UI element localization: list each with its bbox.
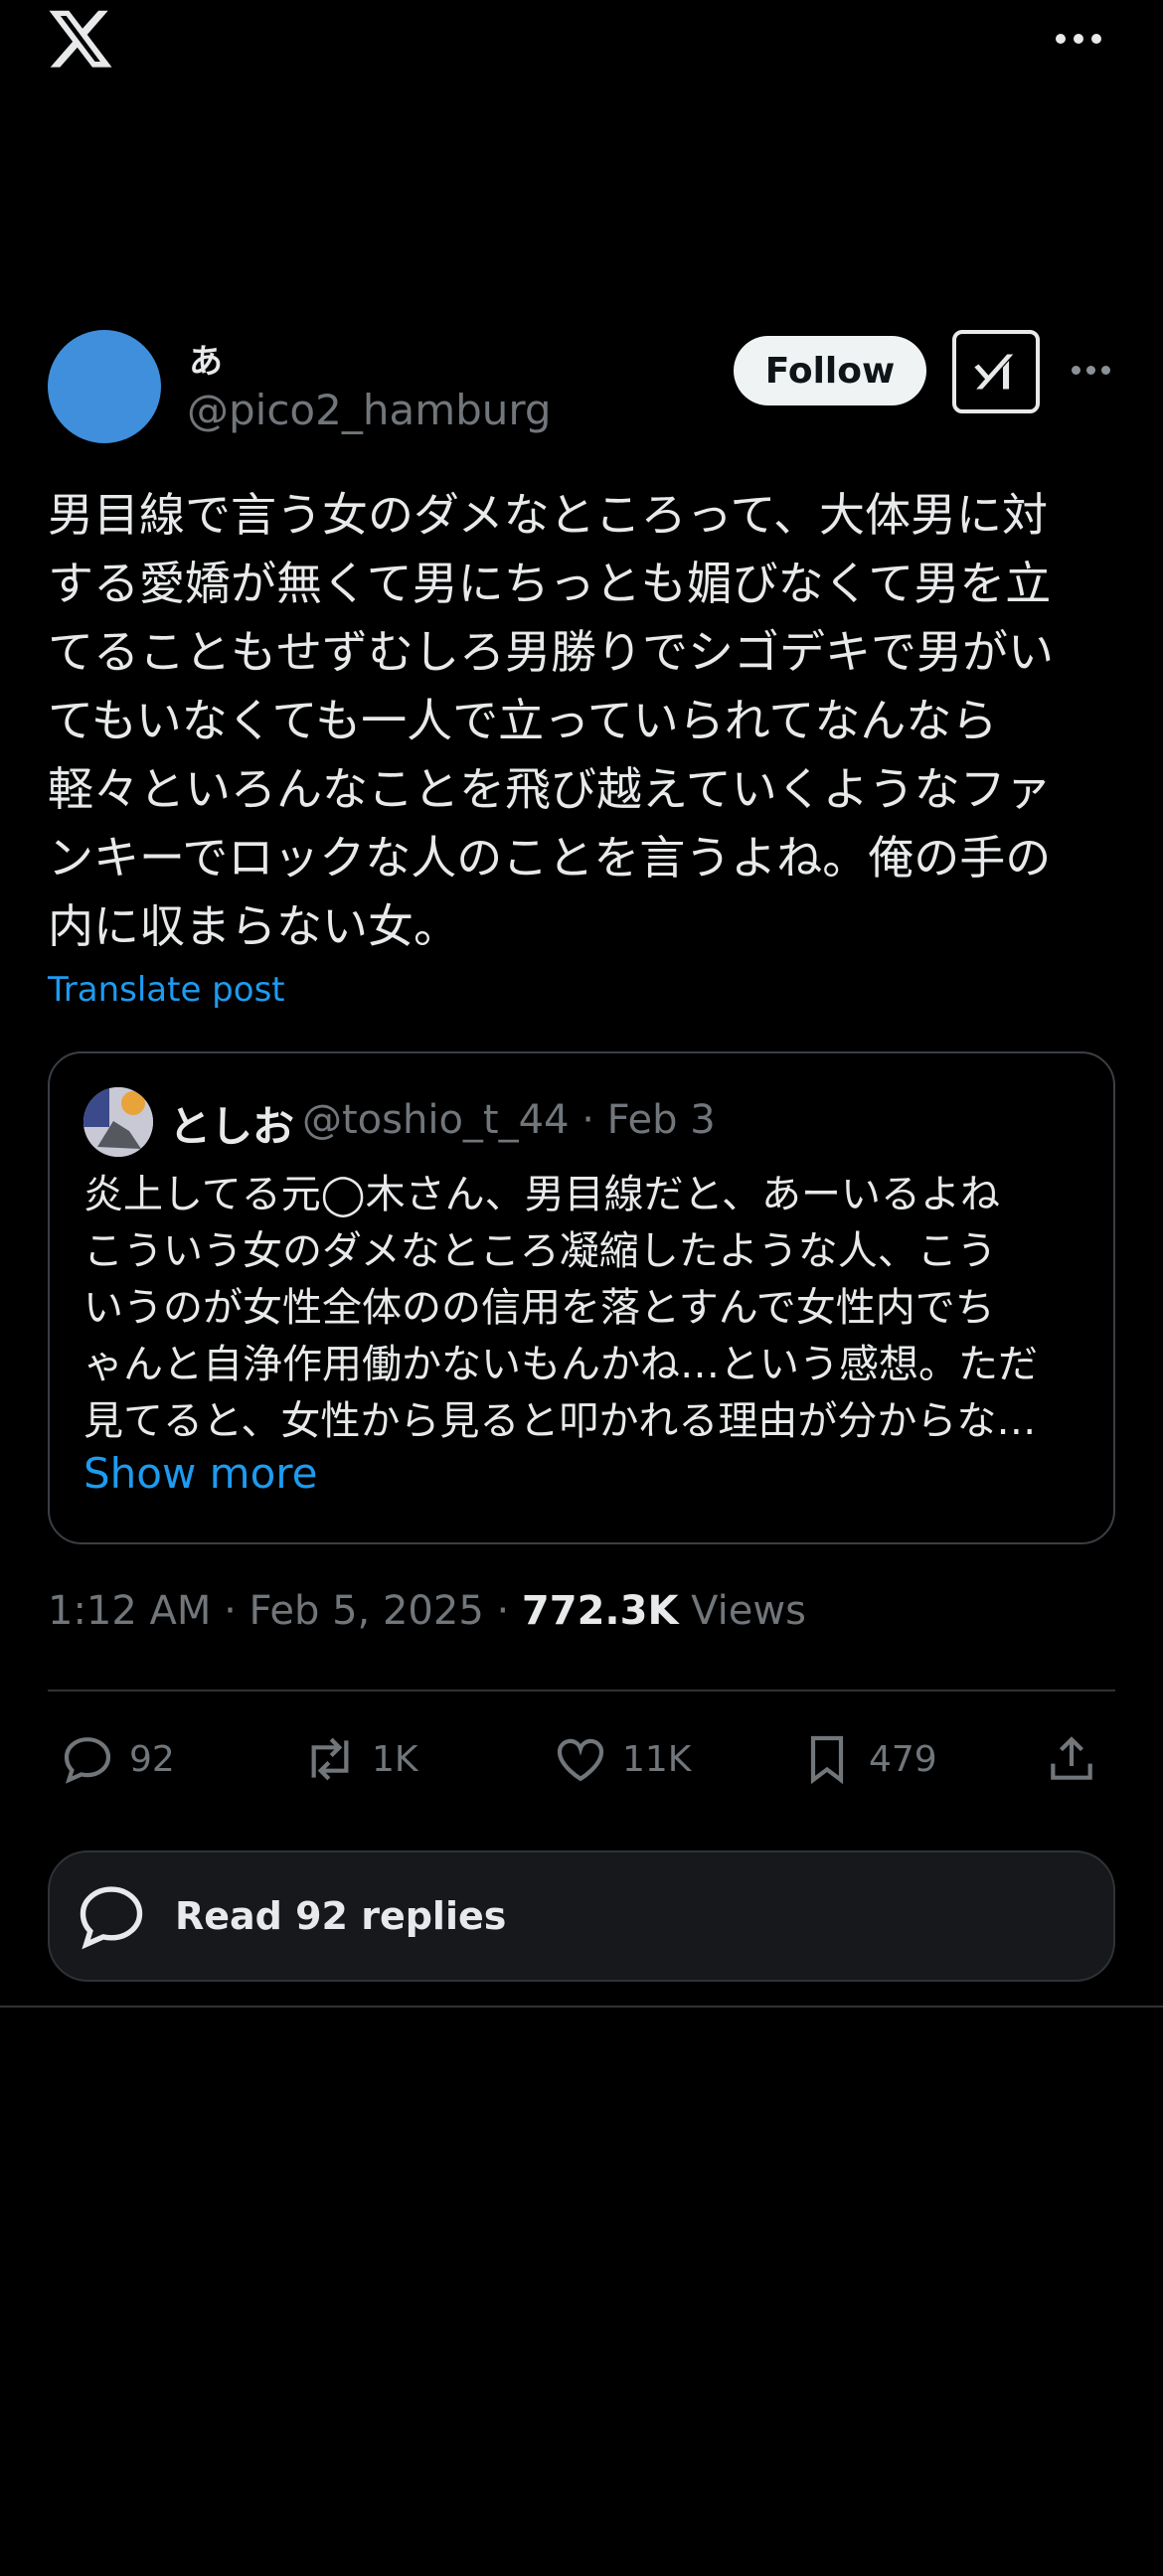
x-logo[interactable] — [46, 4, 115, 74]
chat-bubble-icon — [80, 1886, 143, 1950]
quote-handle-date: @toshio_t_44 · Feb 3 — [302, 1097, 716, 1143]
heart-icon — [557, 1738, 604, 1782]
like-button[interactable]: 11K — [553, 1731, 691, 1787]
share-button[interactable] — [1044, 1731, 1099, 1787]
quote-text: 炎上してる元◯木さん、男目線だと、あーいるよね こういう女のダメなところ凝縮した… — [83, 1172, 1038, 1444]
author-handle[interactable]: @pico2_hamburg — [187, 386, 552, 434]
translate-post-link[interactable]: Translate post — [48, 970, 285, 1010]
more-options-icon[interactable] — [1056, 30, 1105, 48]
repost-button[interactable]: 1K — [302, 1731, 418, 1787]
bookmark-button[interactable]: 479 — [799, 1731, 937, 1787]
views-count: 772.3K — [521, 1588, 679, 1634]
like-count: 11K — [622, 1738, 692, 1780]
read-replies-label: Read 92 replies — [175, 1894, 507, 1938]
post-timestamp[interactable]: 1:12 AM · Feb 5, 2025 · — [48, 1588, 522, 1634]
reply-icon — [64, 1737, 111, 1784]
read-replies-button[interactable]: Read 92 replies — [48, 1851, 1115, 1982]
post-metadata: 1:12 AM · Feb 5, 2025 · 772.3K Views — [48, 1588, 806, 1634]
views-label: Views — [678, 1588, 806, 1634]
reply-button[interactable]: 92 — [60, 1731, 175, 1787]
post-text: 男目線で言う女のダメなところって、大体男に対 する愛嬌が無くて男にちっとも媚びな… — [48, 488, 1054, 953]
share-icon — [1051, 1736, 1092, 1780]
repost-count: 1K — [372, 1738, 418, 1780]
quoted-post[interactable]: としお @toshio_t_44 · Feb 3 炎上してる元◯木さん、男目線だ… — [48, 1051, 1115, 1544]
divider — [48, 1690, 1115, 1691]
bookmark-icon — [810, 1735, 844, 1785]
follow-button[interactable]: Follow — [734, 336, 926, 405]
reply-count: 92 — [129, 1738, 175, 1780]
show-more-link[interactable]: Show more — [83, 1449, 317, 1498]
quote-author-name[interactable]: としお — [169, 1093, 294, 1154]
divider — [0, 2006, 1163, 2008]
avatar[interactable] — [48, 330, 161, 443]
post-more-icon[interactable] — [1072, 366, 1115, 375]
bookmark-count: 479 — [869, 1738, 937, 1780]
grok-icon[interactable] — [952, 330, 1040, 413]
quote-avatar[interactable] — [83, 1087, 153, 1157]
repost-icon — [311, 1737, 349, 1781]
author-name[interactable]: あ — [189, 334, 223, 383]
